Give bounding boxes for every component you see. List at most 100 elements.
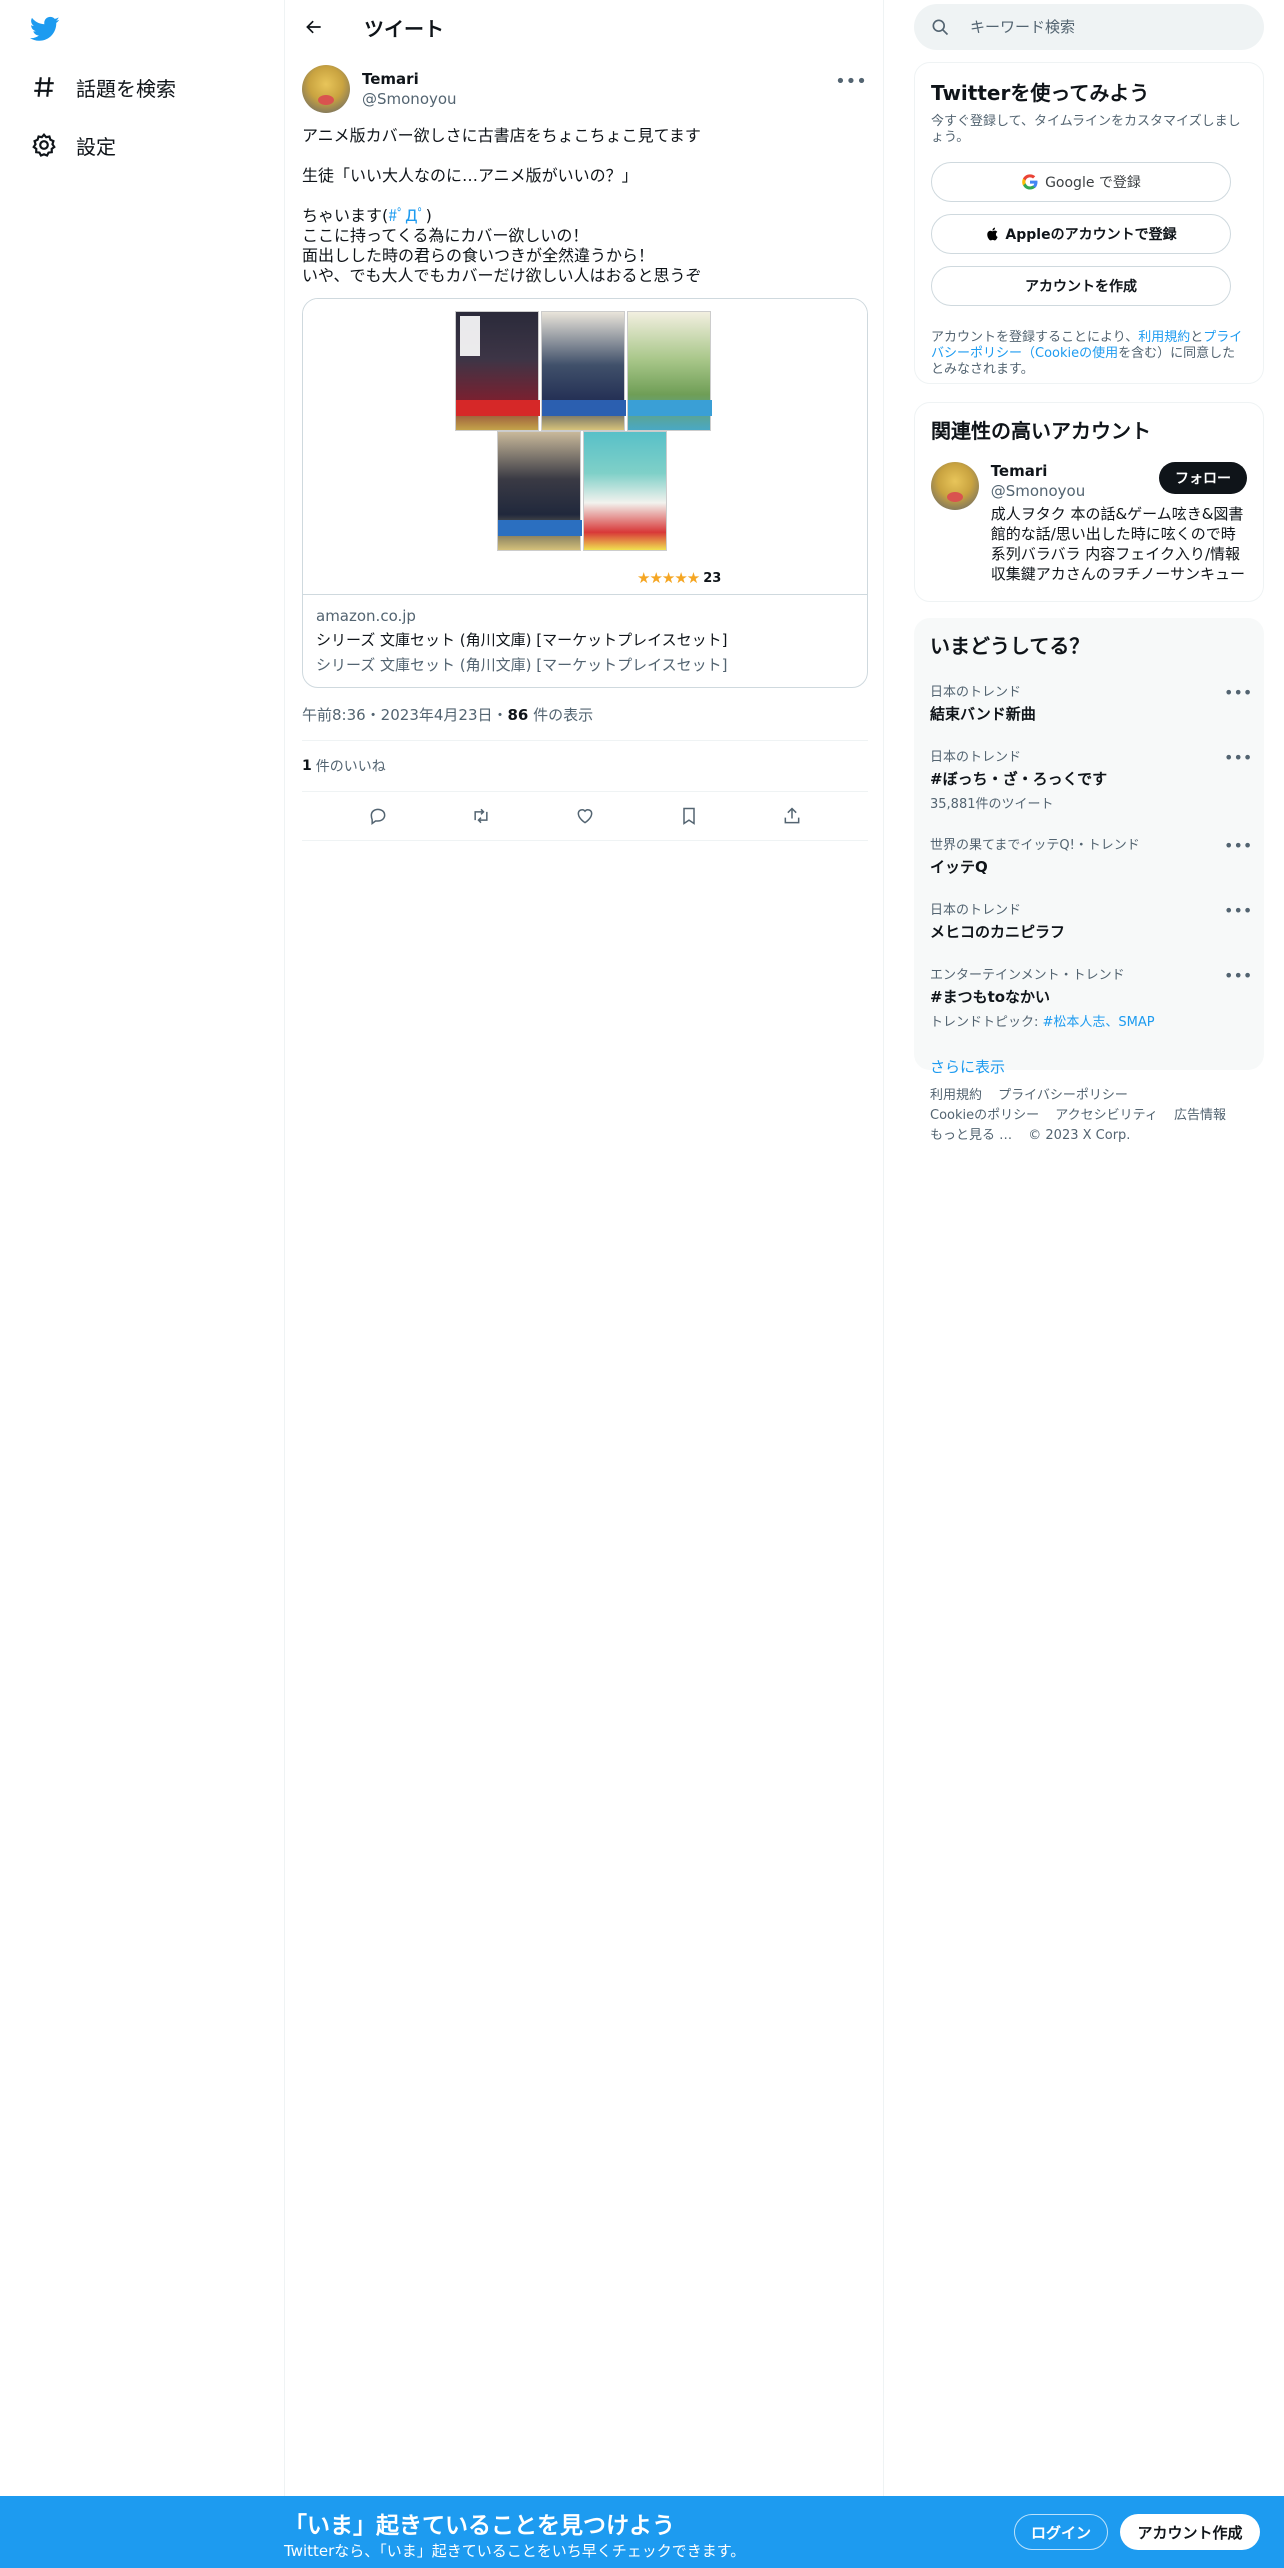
back-button[interactable]: [294, 7, 334, 47]
footer-links: 利用規約 プライバシーポリシー Cookieのポリシー アクセシビリティ 広告情…: [930, 1086, 1260, 1146]
tweet-text: アニメ版カバー欲しさに古書店をちょこちょこ見てます 生徒「いい大人なのに…アニメ…: [302, 126, 868, 286]
related-account[interactable]: Temari @Smonoyou 成人ヲタク 本の話&ゲーム呟き&図書館的な話/…: [931, 462, 1247, 584]
avatar[interactable]: [931, 462, 979, 510]
trends-title: いまどうしてる？: [930, 634, 1090, 658]
trend-item[interactable]: 日本のトレンド #ぼっち・ざ・ろっくです 35,881件のツイート •••: [930, 746, 1252, 812]
show-more-link[interactable]: さらに表示: [930, 1056, 1248, 1077]
hashtag-icon: [24, 67, 64, 107]
bookmark-icon[interactable]: [670, 797, 708, 835]
share-icon[interactable]: [773, 797, 811, 835]
more-options-icon[interactable]: •••: [1224, 683, 1252, 702]
author-name[interactable]: Temari: [362, 70, 457, 88]
signup-subtitle: 今すぐ登録して、タイムラインをカスタマイズしましょう。: [931, 114, 1241, 145]
nav-explore[interactable]: 話題を検索: [24, 65, 176, 109]
apple-icon: [985, 226, 1001, 242]
terms-link[interactable]: 利用規約: [1138, 330, 1190, 345]
trend-name: メヒコのカニピラフ: [930, 923, 1066, 941]
rating-count: 23: [703, 570, 722, 586]
trend-name: #ぼっち・ざ・ろっくです: [930, 770, 1108, 788]
search-input[interactable]: [970, 18, 1230, 36]
more-options-icon[interactable]: •••: [1224, 901, 1252, 920]
trend-item[interactable]: 日本のトレンド 結束バンド新曲 •••: [930, 681, 1252, 724]
search-bar[interactable]: [914, 4, 1264, 50]
more-options-icon[interactable]: •••: [1224, 966, 1252, 985]
tweet-meta: 午前8:36・2023年4月23日・86 件の表示: [302, 704, 868, 724]
signup-title: Twitterを使ってみよう: [931, 81, 1150, 105]
create-account-label: アカウントを作成: [1025, 279, 1137, 295]
main-column: ツイート Temari @Smonoyou ••• アニメ版カバー欲しさに古書店…: [286, 0, 884, 2496]
retweet-icon[interactable]: [462, 797, 500, 835]
trend-item[interactable]: エンターテインメント・トレンド #まつもtoなかい トレンドトピック: #松本人…: [930, 964, 1252, 1030]
book-cover: [541, 311, 626, 431]
nav-settings-label: 設定: [76, 134, 116, 159]
terms-text: アカウントを登録することにより、: [931, 330, 1139, 345]
trend-meta: 日本のトレンド: [930, 685, 1022, 700]
more-options-icon[interactable]: •••: [1224, 836, 1252, 855]
trend-name: イッテQ: [930, 858, 988, 876]
hashtag-link[interactable]: #ﾟДﾟ: [388, 206, 425, 225]
book-cover: [497, 431, 582, 551]
card-title: シリーズ 文庫セット (角川文庫) [マーケットプレイスセット]: [316, 631, 728, 649]
star-rating-icon: ★★★★★: [637, 569, 700, 587]
page-header: ツイート: [286, 0, 884, 54]
reply-icon[interactable]: [359, 797, 397, 835]
apple-signup-label: Appleのアカウントで登録: [1005, 227, 1177, 243]
trend-topic-links[interactable]: #松本人志、SMAP: [1043, 1015, 1155, 1030]
login-button[interactable]: ログイン: [1014, 2514, 1108, 2550]
avatar[interactable]: [302, 65, 350, 113]
footer-link[interactable]: プライバシーポリシー: [998, 1088, 1128, 1103]
nav-explore-label: 話題を検索: [76, 76, 176, 101]
trend-meta: エンターテインメント・トレンド: [930, 968, 1125, 983]
likes-count[interactable]: 1 件のいいね: [302, 741, 868, 791]
left-nav: 話題を検索 設定: [0, 0, 285, 2496]
footer-link[interactable]: アクセシビリティ: [1055, 1108, 1158, 1123]
signup-terms: アカウントを登録することにより、利用規約とプライバシーポリシー（Cookieの使…: [931, 330, 1247, 378]
tweet-text-part: アニメ版カバー欲しさに古書店をちょこちょこ見てます 生徒「いい大人なのに…アニメ…: [302, 126, 701, 225]
trend-count: 35,881件のツイート: [930, 797, 1054, 812]
card-domain: amazon.co.jp: [316, 607, 416, 625]
trend-meta: 日本のトレンド: [930, 750, 1022, 765]
follow-button[interactable]: フォロー: [1159, 462, 1247, 494]
twitter-logo-icon[interactable]: [28, 14, 62, 44]
page-title: ツイート: [364, 16, 444, 41]
trend-name: #まつもtoなかい: [930, 988, 1051, 1006]
apple-signup-button[interactable]: Appleのアカウントで登録: [931, 214, 1231, 254]
trend-name: 結束バンド新曲: [930, 705, 1036, 723]
card-image: ★★★★★ 23: [303, 299, 867, 595]
search-icon: [932, 19, 949, 36]
author-handle[interactable]: @Smonoyou: [362, 90, 457, 108]
like-icon[interactable]: [566, 797, 604, 835]
signup-button[interactable]: アカウント作成: [1120, 2514, 1260, 2550]
google-signup-label: Google で登録: [1045, 175, 1141, 191]
more-options-icon[interactable]: •••: [834, 64, 868, 98]
more-options-icon[interactable]: •••: [1224, 748, 1252, 767]
google-signup-button[interactable]: Google で登録: [931, 162, 1231, 202]
rating: ★★★★★ 23: [637, 569, 721, 587]
create-account-button[interactable]: アカウントを作成: [931, 266, 1231, 306]
book-cover: [455, 311, 540, 431]
link-card[interactable]: ★★★★★ 23 amazon.co.jp シリーズ 文庫セット (角川文庫) …: [302, 298, 868, 688]
footer-link[interactable]: 利用規約: [930, 1088, 982, 1103]
footer-link[interactable]: Cookieのポリシー: [930, 1108, 1039, 1123]
trend-meta: 日本のトレンド: [930, 903, 1022, 918]
footer-more-link[interactable]: もっと見る …: [930, 1128, 1012, 1143]
nav-settings[interactable]: 設定: [24, 123, 116, 167]
tweet-timestamp[interactable]: 午前8:36・2023年4月23日・: [302, 706, 508, 724]
trend-topics: トレンドトピック: #松本人志、SMAP: [930, 1011, 1248, 1030]
footer-link[interactable]: 広告情報: [1174, 1108, 1226, 1123]
trend-meta: 世界の果てまでイッテQ!・トレンド: [930, 838, 1140, 853]
arrow-left-icon: [306, 20, 321, 34]
card-description: シリーズ 文庫セット (角川文庫) [マーケットプレイスセット]: [316, 656, 728, 674]
book-cover: [627, 311, 712, 431]
trend-item[interactable]: 日本のトレンド メヒコのカニピラフ •••: [930, 899, 1252, 942]
view-count-label: 件の表示: [528, 706, 594, 724]
book-cover: [583, 431, 667, 551]
trend-item[interactable]: 世界の果てまでイッテQ!・トレンド イッテQ •••: [930, 834, 1252, 877]
bottom-bar-title: 「いま」起きていることを見つけよう: [284, 2513, 675, 2539]
tweet-actions: [302, 792, 868, 840]
view-count: 86: [507, 706, 529, 724]
tweet-author: Temari @Smonoyou •••: [302, 64, 868, 114]
card-info: amazon.co.jp シリーズ 文庫セット (角川文庫) [マーケットプレイ…: [303, 595, 867, 687]
google-icon: [1021, 173, 1039, 191]
related-title: 関連性の高いアカウント: [931, 419, 1151, 443]
